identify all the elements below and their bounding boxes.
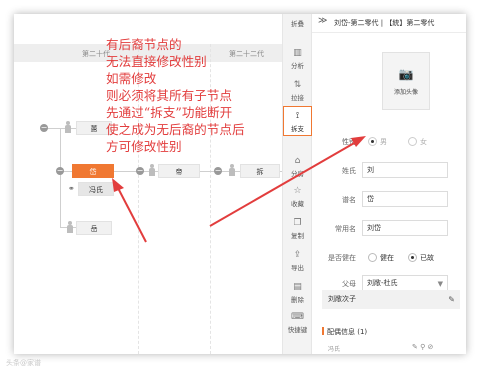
annotation-arrows [112, 136, 366, 243]
annotation-arrowhead [351, 136, 366, 147]
watermark: 头条@家谱 [6, 359, 41, 367]
annotation-arrow [209, 141, 357, 227]
annotation-arrowhead [112, 178, 124, 192]
annotation-arrow [117, 187, 147, 243]
app-window: 第二十代 第二十二代 − 蕙 − 岱 ⚭ 冯氏 岳 − 帝 − 拆 有后裔节点的… [14, 14, 466, 354]
